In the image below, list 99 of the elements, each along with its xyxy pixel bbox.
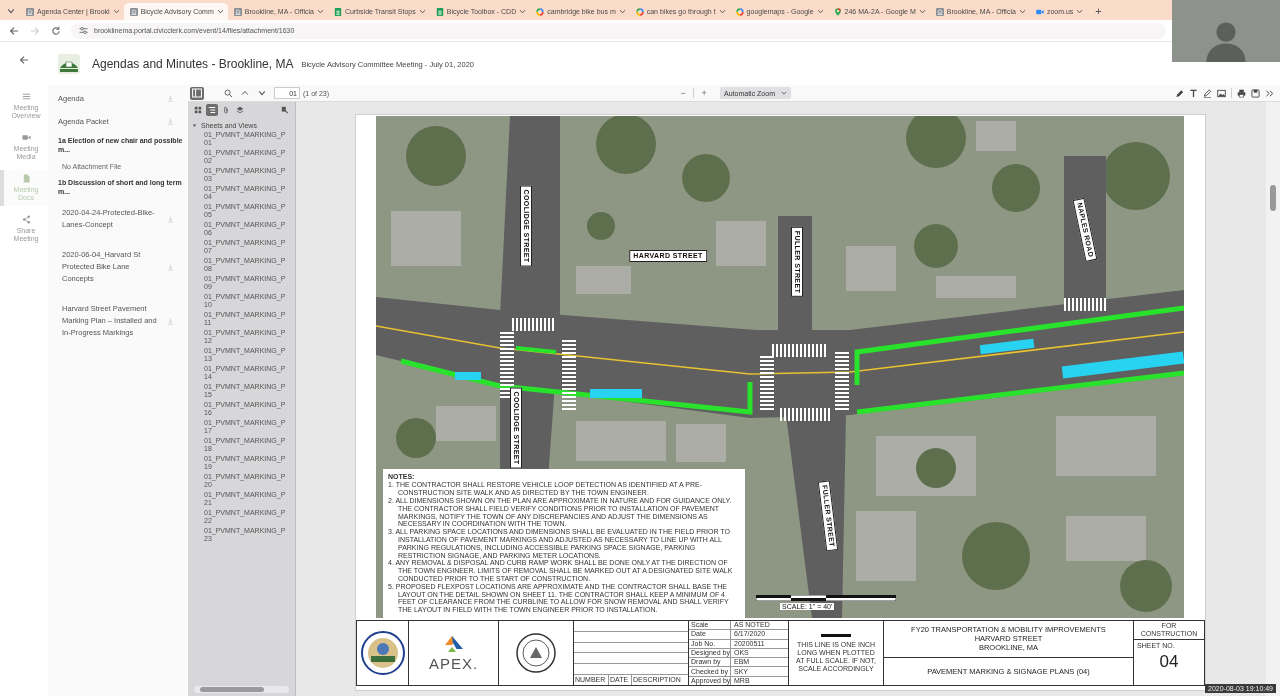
- building-roof: [676, 424, 726, 462]
- crosswalk-marking: [835, 352, 849, 410]
- chevron-down-icon: [618, 8, 626, 15]
- tree-canopy: [396, 418, 436, 458]
- back-button[interactable]: [8, 24, 20, 37]
- chevron-down-icon: [519, 8, 527, 15]
- image-icon[interactable]: [1217, 88, 1226, 98]
- back-button[interactable]: [18, 54, 30, 66]
- chevron-down-icon: [258, 89, 266, 97]
- building-roof: [856, 511, 916, 581]
- building-roof: [436, 406, 496, 441]
- scale-line-icon: [821, 633, 851, 637]
- video-camera-icon: [21, 133, 31, 142]
- tree-canopy: [1120, 560, 1172, 612]
- scrollbar-thumb[interactable]: [1270, 185, 1276, 211]
- crosswalk-marking: [780, 408, 830, 421]
- chevron-down-icon: [816, 8, 824, 15]
- zoom-in-button[interactable]: +: [698, 86, 710, 100]
- horizontal-scrollbar[interactable]: [194, 686, 289, 693]
- chevron-down-icon: [316, 8, 324, 15]
- crosswalk-marking: [1064, 298, 1108, 311]
- sidebar-icon: [192, 88, 202, 98]
- text-icon[interactable]: [1189, 88, 1198, 98]
- page-title: Agendas and Minutes - Brookline, MA: [92, 56, 294, 71]
- print-icon[interactable]: [1237, 88, 1246, 98]
- document-search-icon: [281, 106, 289, 114]
- painted-zone-marking: [979, 338, 1035, 355]
- multicolor-ring-icon: [536, 7, 545, 16]
- chevron-logo-icon: [442, 634, 465, 654]
- video-camera-icon: [1035, 7, 1044, 16]
- tree-canopy: [682, 154, 730, 202]
- new-tab-button[interactable]: +: [1089, 2, 1108, 20]
- spreadsheet-icon: [333, 7, 342, 16]
- double-chevron-icon[interactable]: [1265, 88, 1274, 98]
- building-icon: [935, 7, 944, 16]
- save-icon[interactable]: [1251, 88, 1260, 98]
- building-icon: [26, 7, 34, 16]
- forward-arrow-icon: [30, 25, 40, 36]
- multicolor-ring-icon: [635, 7, 644, 16]
- paperclip-icon: [222, 106, 230, 114]
- building-icon: [233, 7, 242, 16]
- building-roof: [391, 211, 461, 266]
- chevron-up-icon: [241, 89, 249, 97]
- chevron-down-icon: [918, 8, 926, 15]
- reload-icon: [51, 25, 61, 36]
- tree-canopy: [962, 522, 1030, 590]
- multicolor-ring-icon: [735, 7, 744, 16]
- chevron-down-icon: [1076, 8, 1084, 15]
- reload-button[interactable]: [50, 24, 62, 37]
- chevron-down-icon: [781, 90, 787, 96]
- engineer-stamp-icon: [516, 633, 556, 673]
- list-icon: [21, 92, 31, 101]
- share-icon: [21, 215, 31, 224]
- back-arrow-icon: [9, 25, 19, 36]
- chevron-down-icon: [1018, 8, 1026, 15]
- search-button[interactable]: [221, 86, 235, 100]
- outline-button[interactable]: [206, 104, 218, 116]
- layers-button[interactable]: [234, 104, 246, 116]
- chevron-down-icon: [418, 8, 426, 15]
- crosswalk-marking: [562, 338, 576, 410]
- bike-lane-marking: [515, 346, 557, 354]
- tree-canopy: [587, 212, 615, 240]
- chevron-down-icon: [216, 8, 224, 15]
- painted-zone-marking: [455, 372, 481, 380]
- chevron-down-icon: [718, 8, 726, 15]
- outline-icon: [208, 106, 216, 114]
- document-icon: [21, 174, 31, 183]
- thumbnails-icon: [194, 106, 202, 114]
- chevron-down-icon: [112, 8, 120, 15]
- highlighter-icon[interactable]: [1175, 88, 1184, 98]
- building-roof: [716, 221, 766, 266]
- building-icon: [129, 7, 138, 16]
- tree-canopy: [916, 448, 956, 488]
- tree-canopy: [992, 164, 1040, 212]
- sidebar-toggle-button[interactable]: [190, 86, 204, 100]
- tree-canopy: [906, 116, 966, 168]
- thumbnails-button[interactable]: [192, 104, 204, 116]
- pen-icon[interactable]: [1203, 88, 1212, 98]
- scrollbar-thumb[interactable]: [200, 687, 264, 692]
- zoom-out-button[interactable]: −: [677, 86, 689, 100]
- tree-canopy: [914, 224, 958, 268]
- layers-icon: [236, 106, 244, 114]
- building-roof: [976, 121, 1016, 151]
- building-roof: [576, 266, 631, 294]
- town-seal-icon: [58, 53, 80, 74]
- tune-icon: [79, 26, 88, 35]
- tree-canopy: [406, 126, 466, 186]
- sheet-number: 04: [1158, 651, 1180, 673]
- company-name: APEX.: [428, 656, 479, 672]
- map-pin-icon: [833, 7, 842, 16]
- building-roof: [846, 246, 896, 291]
- search-icon: [223, 88, 233, 98]
- tree-canopy: [596, 116, 656, 174]
- find-outline-button[interactable]: [279, 104, 291, 116]
- painted-zone-marking: [590, 389, 642, 398]
- town-seal-icon: [360, 631, 405, 675]
- spreadsheet-icon: [435, 7, 444, 16]
- chevron-down-icon: [7, 7, 15, 15]
- back-arrow-icon: [19, 55, 29, 65]
